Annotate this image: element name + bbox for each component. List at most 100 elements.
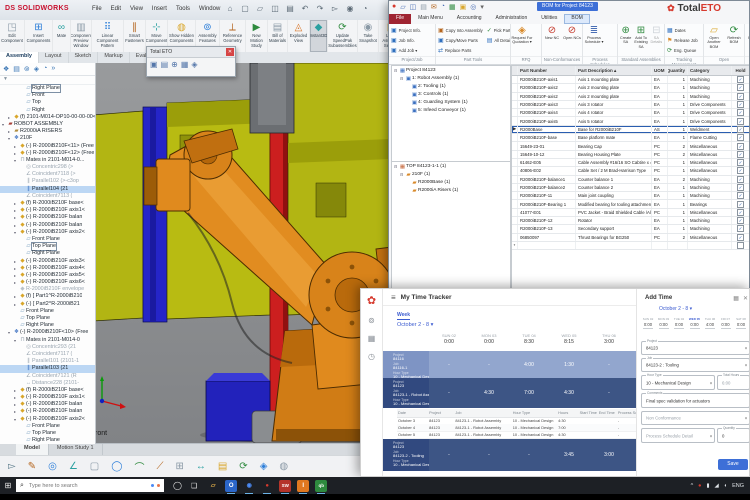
menu-hamburger-icon[interactable]: ≡	[391, 293, 396, 302]
undo-icon[interactable]: ↶	[300, 4, 310, 13]
tree-item[interactable]: ▸◆(-) R-2000iB210F axis3<	[0, 258, 95, 265]
bottom-toolbar-icon-12[interactable]: ◈	[260, 461, 268, 472]
eto-button-project-info[interactable]: ▣Project Info.	[389, 25, 423, 35]
tree-item[interactable]: ↔Distance228 (2101-	[0, 380, 95, 387]
tree-item[interactable]: ▣5: Infeed Conveyor (1)	[392, 107, 510, 115]
palette-icon-1[interactable]: ▤	[161, 60, 169, 69]
panel-expand-icon[interactable]: »	[51, 65, 55, 73]
column-header-hold[interactable]: Hold	[732, 66, 750, 75]
bom-row[interactable]: R2000iB210F-13Secondary supportEA1Machin…	[512, 225, 750, 233]
add-time-week-dropdown[interactable]: October 2 - 8 ▾	[659, 306, 692, 312]
eto-button-sa-details[interactable]: ⊟SA Details	[649, 24, 664, 56]
detail-row[interactable]: October 58412384123-1 - Robot Assembly10…	[397, 431, 636, 439]
tree-item[interactable]: ▾▰ROBOT ASSEMBLY	[0, 121, 95, 128]
app-logo-icon[interactable]: ●	[392, 3, 396, 11]
eto-tab-file[interactable]: File	[389, 14, 411, 24]
tree-item[interactable]: ▾◆(-) R-2000iB210F axis2<	[0, 229, 95, 236]
bottom-toolbar-icon-5[interactable]: ◯	[111, 461, 122, 472]
new-document-icon[interactable]: ▢	[240, 4, 250, 13]
tree-item[interactable]: ⊟▦TOP 84123-1-1 (1)	[392, 163, 510, 171]
open-icon[interactable]: ▱	[400, 3, 405, 11]
tab-layout[interactable]: Layout	[39, 52, 69, 63]
taskbar-search[interactable]: ⌕	[16, 479, 164, 492]
cell-hold[interactable]: ✓	[732, 76, 750, 83]
quickbooks-taskbar-icon[interactable]: qb	[315, 480, 327, 492]
print-icon[interactable]: ▤	[285, 4, 295, 13]
tree-item[interactable]: ▰R2000iA Risers (1)	[392, 187, 510, 195]
tree-item[interactable]: ▱Front	[0, 92, 95, 99]
hold-checkbox[interactable]: ✓	[737, 234, 744, 241]
week-row[interactable]: ▾Project84123Job84123-1 - Robot Assembly…	[383, 378, 636, 408]
bom-empty-row[interactable]: *	[512, 242, 750, 250]
week-row[interactable]: ▸Project84116Job84116-1Hour Type10 - Mec…	[383, 351, 636, 378]
hold-checkbox[interactable]: ✓	[737, 93, 744, 100]
total-hours-field[interactable]: Total Hours6:00	[717, 375, 750, 390]
tree-item[interactable]: ▱Right	[0, 107, 95, 114]
tree-item[interactable]: ▾❖(-) R-2000iB210F<10> (Free	[0, 329, 95, 336]
ribbon-new-motion-study[interactable]: ▶New Motion Study	[246, 20, 268, 52]
add-time-day[interactable]: WED 050:00	[688, 317, 702, 329]
eto-button-add-to-existing-sa[interactable]: ⊞Add To Existing SA	[633, 24, 648, 56]
tree-item[interactable]: ▱Right Plane	[0, 85, 95, 92]
cell-hold[interactable]: ✓	[732, 234, 750, 241]
ribbon-component-preview-window[interactable]: ▥Component Preview Window	[71, 20, 92, 52]
tree-item[interactable]: ▣4: Guarding System (1)	[392, 99, 510, 107]
hold-checkbox[interactable]: ✓	[737, 101, 744, 108]
eto-button-open-ncs[interactable]: ⊘Open NCs	[562, 24, 582, 56]
cell-hold[interactable]: ✓	[732, 184, 750, 191]
tree-item[interactable]: ◎Concentric293 (21	[0, 344, 95, 351]
hold-checkbox[interactable]: ✓	[737, 126, 744, 133]
tree-filter[interactable]: ▼	[0, 76, 95, 85]
cell-hold[interactable]: ✓	[732, 159, 750, 166]
open-icon[interactable]: ▱	[255, 4, 265, 13]
tree-item[interactable]: ▣2: Tooling (1)	[392, 83, 510, 91]
hold-checkbox[interactable]: ✓	[737, 76, 744, 83]
tree-item[interactable]: ▣3: Controls (1)	[392, 91, 510, 99]
palette-icon-2[interactable]: ⊕	[171, 60, 178, 69]
apps-grid-icon[interactable]: ▦	[368, 334, 376, 343]
hold-checkbox[interactable]: ✓	[737, 143, 744, 150]
help-icon[interactable]: ◎	[470, 3, 476, 11]
tracker-logo-icon[interactable]: ✿	[367, 294, 376, 307]
tree-item[interactable]: ∥Parallel101 (2101-1	[0, 358, 95, 365]
eto-button-copy-into-assembly[interactable]: ▣Copy Into Assembly	[436, 25, 485, 35]
menu-window[interactable]: Window	[199, 6, 220, 12]
cell-hold[interactable]: ✓	[732, 176, 750, 183]
tree-item[interactable]: ∠Coincident7118 (>	[0, 171, 95, 178]
solidworks-taskbar-icon[interactable]: SW	[279, 480, 291, 492]
tab-model[interactable]: Model	[16, 444, 49, 455]
add-time-day[interactable]: FRI 070:00	[719, 317, 733, 329]
tree-item[interactable]: ▱Top Plane	[0, 315, 95, 322]
menu-file[interactable]: File	[92, 6, 102, 12]
hold-checkbox[interactable]: ✓	[737, 201, 744, 208]
add-time-day[interactable]: SUN 020:00	[641, 317, 655, 329]
comments-field[interactable]: CommentsFinal spec validation for actuat…	[641, 393, 750, 408]
panel-tab-icon-1[interactable]: ▤	[13, 65, 20, 73]
bom-row[interactable]: R2000iB210F-baseBase platform mateEA1Fla…	[512, 134, 750, 142]
redo-icon[interactable]: ↷	[315, 4, 325, 13]
bottom-toolbar-icon-10[interactable]: ▤	[218, 461, 227, 472]
cell-hold[interactable]: ✓	[732, 84, 750, 91]
palette-icon-4[interactable]: ◈	[191, 60, 197, 69]
eto-tab-main-menu[interactable]: Main Menu	[411, 14, 450, 24]
hold-checkbox[interactable]: ✓	[737, 209, 744, 216]
tree-item[interactable]: ▱Right Plane	[0, 437, 95, 444]
select-icon[interactable]: ▻	[330, 4, 340, 13]
print-icon[interactable]: ▦	[733, 295, 739, 302]
hold-checkbox[interactable]: ✓	[737, 134, 744, 141]
ribbon-linear-component-pattern[interactable]: ⠿Linear Component Pattern	[92, 20, 124, 52]
eto-tab-utilities[interactable]: Utilities	[534, 14, 564, 24]
cell-hold[interactable]: ✓	[732, 192, 750, 199]
tree-item[interactable]: ▱Front Plane	[0, 308, 95, 315]
tray-chevron-icon[interactable]: ^	[691, 483, 694, 489]
eto-button-all-details[interactable]: ▤All Details	[485, 35, 511, 45]
bom-row[interactable]: 41077-E01PVC Jacket - Braid Shielded Cab…	[512, 209, 750, 217]
palette-title[interactable]: Total ETO	[147, 47, 235, 58]
hold-checkbox[interactable]: ✓	[737, 167, 744, 174]
tree-item[interactable]: ▸◆(f) [ Part1^R-2000iB210	[0, 293, 95, 300]
quantity-field[interactable]: Quantity0	[717, 428, 750, 443]
bottom-toolbar-icon-4[interactable]: ▢	[90, 461, 99, 472]
home-icon[interactable]: ⌂	[225, 4, 235, 13]
eto-button-request-for-quotation[interactable]: ◈Request For Quotation ▾	[511, 24, 533, 56]
options-icon[interactable]: ◔	[360, 4, 370, 13]
